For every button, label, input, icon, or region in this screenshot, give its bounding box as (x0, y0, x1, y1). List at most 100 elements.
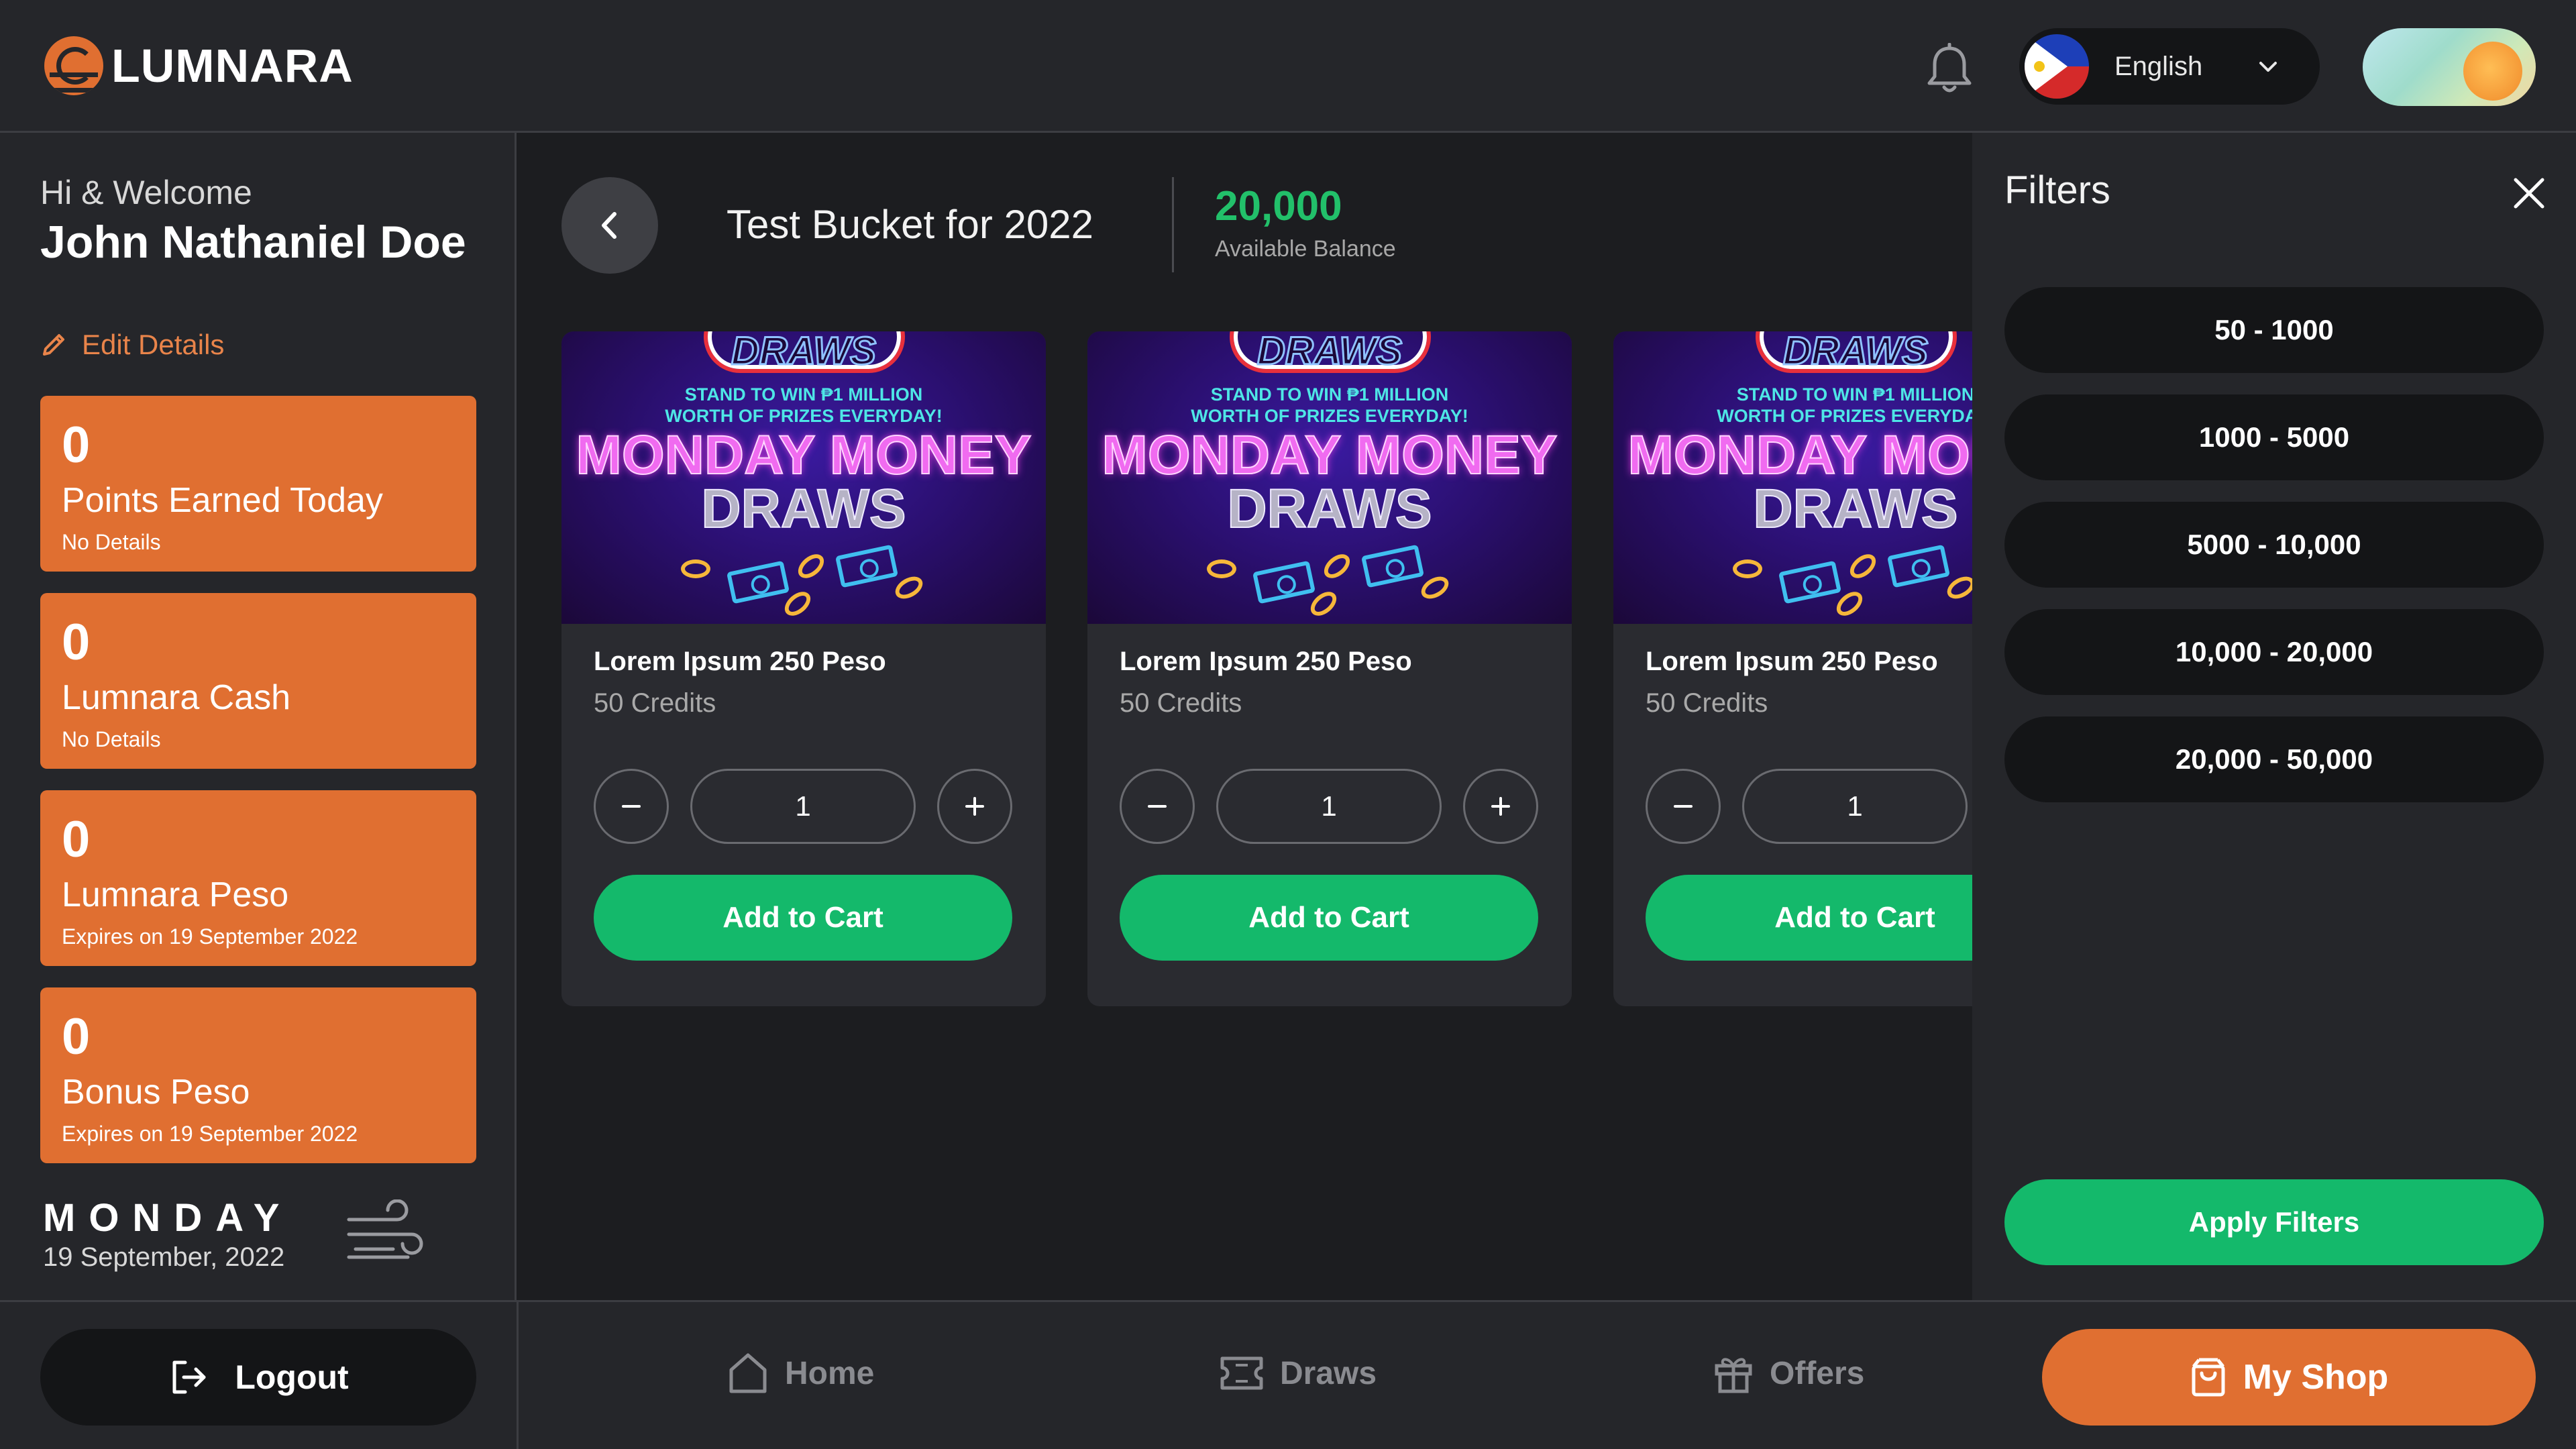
pencil-icon (43, 334, 64, 356)
decrement-button[interactable] (1120, 769, 1195, 844)
plus-icon (1491, 797, 1510, 816)
filter-range-option[interactable]: 5000 - 10,000 (2004, 502, 2544, 588)
coin-icon (794, 549, 828, 583)
product-card: DRAWS STAND TO WIN ₱1 MILLION WORTH OF PR… (1087, 331, 1572, 1006)
banner-tagline: STAND TO WIN ₱1 MILLION WORTH OF PRIZES E… (1717, 384, 1972, 426)
nav-draws-label: Draws (1280, 1355, 1377, 1391)
banner-subheadline: DRAWS (1226, 478, 1432, 540)
greeting: Hi & Welcome (40, 174, 252, 211)
lumnara-logo-icon (44, 36, 103, 95)
banner-tagline: STAND TO WIN ₱1 MILLION WORTH OF PRIZES E… (1191, 384, 1468, 426)
language-selector[interactable]: English (2019, 28, 2320, 105)
close-icon[interactable] (2509, 173, 2549, 213)
minus-icon (1148, 805, 1167, 808)
coin-icon (1733, 559, 1762, 578)
product-banner-image: DRAWS STAND TO WIN ₱1 MILLION WORTH OF PR… (1613, 331, 1972, 624)
nav-home-label: Home (785, 1355, 875, 1391)
card-value: 0 (62, 1008, 91, 1065)
my-shop-button[interactable]: My Shop (2042, 1329, 2536, 1426)
plus-icon (965, 797, 984, 816)
card-value: 0 (62, 614, 91, 671)
card-title: Lumnara Peso (62, 875, 289, 914)
logout-button[interactable]: Logout (40, 1329, 476, 1426)
balance-value: 20,000 (1215, 183, 1342, 229)
banknote-icon (1778, 560, 1842, 604)
header-divider (1172, 177, 1174, 272)
language-label: English (2114, 51, 2203, 81)
banner-subheadline: DRAWS (1752, 478, 1958, 540)
filter-range-option[interactable]: 20,000 - 50,000 (2004, 716, 2544, 802)
main-content: Test Bucket for 2022 20,000 Available Ba… (519, 133, 1972, 1300)
add-to-cart-button[interactable]: Add to Cart (1120, 875, 1538, 961)
card-subtitle: Expires on 19 September 2022 (62, 1122, 358, 1146)
chevron-down-icon (2259, 62, 2277, 72)
nav-home[interactable]: Home (727, 1345, 874, 1401)
product-banner-image: DRAWS STAND TO WIN ₱1 MILLION WORTH OF PR… (561, 331, 1046, 624)
product-grid: DRAWS STAND TO WIN ₱1 MILLION WORTH OF PR… (561, 331, 1972, 1009)
quantity-input[interactable]: 1 (690, 769, 916, 844)
coin-icon (1417, 572, 1453, 604)
banner-top-text: DRAWS (1782, 331, 1929, 374)
card-title: Lumnara Cash (62, 678, 291, 717)
nav-offers[interactable]: Offers (1713, 1345, 1864, 1401)
back-button[interactable] (561, 177, 658, 274)
card-subtitle: No Details (62, 727, 161, 751)
chevron-left-icon (602, 212, 616, 239)
bell-icon[interactable] (1924, 43, 1975, 97)
coin-icon (891, 572, 927, 604)
lumnara-peso-card: 0 Lumnara Peso Expires on 19 September 2… (40, 790, 476, 966)
card-subtitle: Expires on 19 September 2022 (62, 924, 358, 949)
banner-top-text: DRAWS (1256, 331, 1403, 374)
coin-icon (1845, 549, 1880, 583)
filter-range-option[interactable]: 10,000 - 20,000 (2004, 609, 2544, 695)
product-name: Lorem Ipsum 250 Peso (594, 647, 886, 676)
product-credits: 50 Credits (594, 688, 716, 718)
brand-name: LUMNARA (111, 40, 354, 92)
nav-offers-label: Offers (1770, 1355, 1865, 1391)
product-name: Lorem Ipsum 250 Peso (1646, 647, 1938, 676)
banner-tagline: STAND TO WIN ₱1 MILLION WORTH OF PRIZES E… (665, 384, 943, 426)
minus-icon (1674, 805, 1693, 808)
logout-label: Logout (235, 1358, 349, 1396)
quantity-input[interactable]: 1 (1742, 769, 1968, 844)
product-name: Lorem Ipsum 250 Peso (1120, 647, 1412, 676)
filters-panel: Filters 50 - 1000 1000 - 5000 5000 - 10,… (1972, 133, 2576, 1300)
card-value: 0 (62, 811, 91, 868)
apply-filters-button[interactable]: Apply Filters (2004, 1179, 2544, 1265)
points-earned-card: 0 Points Earned Today No Details (40, 396, 476, 572)
increment-button[interactable] (937, 769, 1012, 844)
home-icon (729, 1353, 767, 1393)
product-credits: 50 Credits (1120, 688, 1242, 718)
nav-draws[interactable]: Draws (1220, 1345, 1377, 1401)
edit-details-link[interactable]: Edit Details (40, 329, 224, 361)
banner-subheadline: DRAWS (700, 478, 906, 540)
product-credits: 50 Credits (1646, 688, 1768, 718)
filter-range-option[interactable]: 50 - 1000 (2004, 287, 2544, 373)
ticket-icon (1220, 1356, 1263, 1390)
bottom-nav: Logout Home Draws Offers My Shop (0, 1300, 2576, 1449)
banner-top-text: DRAWS (731, 331, 877, 374)
banknote-icon (1252, 560, 1316, 604)
filter-range-option[interactable]: 1000 - 5000 (2004, 394, 2544, 480)
bottom-divider (517, 1302, 519, 1449)
increment-button[interactable] (1463, 769, 1538, 844)
avatar[interactable] (2363, 28, 2536, 106)
shopping-bag-icon (2192, 1358, 2225, 1397)
coin-icon (681, 559, 710, 578)
card-subtitle: No Details (62, 530, 161, 554)
add-to-cart-button[interactable]: Add to Cart (594, 875, 1012, 961)
card-title: Bonus Peso (62, 1073, 250, 1112)
weekday-label: MONDAY (43, 1196, 293, 1240)
decrement-button[interactable] (1646, 769, 1721, 844)
balance-label: Available Balance (1215, 236, 1396, 262)
quantity-input[interactable]: 1 (1216, 769, 1442, 844)
minus-icon (622, 805, 641, 808)
brand-logo[interactable]: LUMNARA (44, 36, 354, 95)
add-to-cart-button[interactable]: Add to Cart (1646, 875, 1972, 961)
decrement-button[interactable] (594, 769, 669, 844)
edit-details-label: Edit Details (82, 329, 225, 360)
banknote-icon (835, 544, 899, 588)
logout-icon (172, 1360, 206, 1394)
top-bar: LUMNARA English (0, 0, 2576, 133)
product-card: DRAWS STAND TO WIN ₱1 MILLION WORTH OF PR… (561, 331, 1046, 1006)
